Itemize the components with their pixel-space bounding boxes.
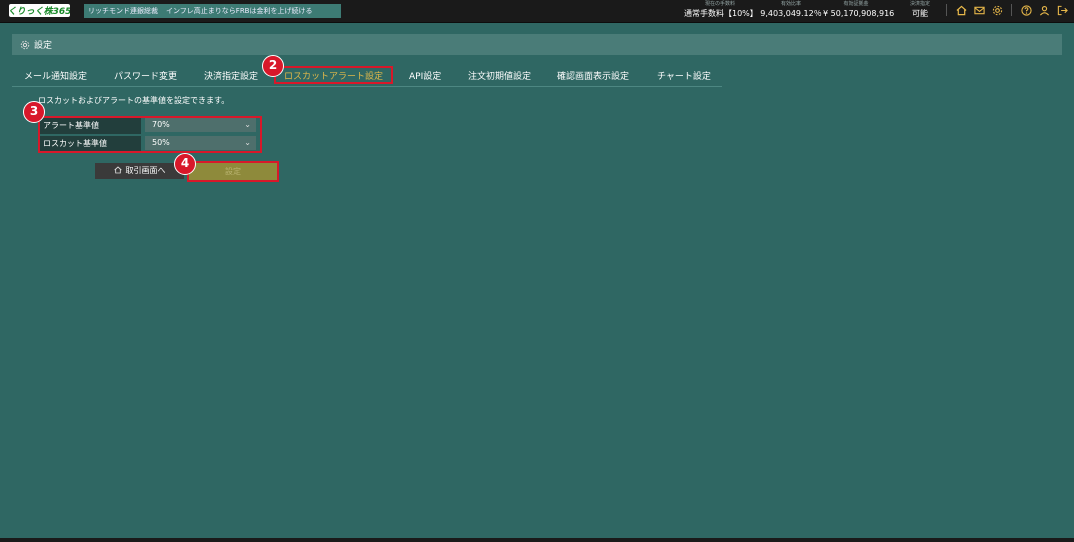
tab-order-defaults[interactable]: 注文初期値設定 [468, 69, 531, 82]
effective-margin-label: 有効証拠金 [843, 1, 869, 7]
ticker-text: インフレ高止まりならFRBは金利を上げ続ける [166, 7, 313, 15]
step-marker-2: 2 [262, 55, 284, 77]
step-marker-3: 3 [23, 101, 45, 123]
bottom-border [0, 538, 1074, 542]
settlement-value: 可能 [912, 9, 928, 18]
commission-stat: 現在の手数料 通常手数料【10%】 [684, 1, 758, 19]
step-marker-4: 4 [174, 153, 196, 175]
home-icon [113, 166, 122, 174]
gear-icon[interactable] [991, 4, 1003, 16]
user-icon[interactable] [1038, 4, 1050, 16]
highlight-box-submit [187, 161, 279, 182]
page-title: 設定 [34, 41, 53, 51]
news-ticker[interactable]: リッチモンド連銀総裁 インフレ高止まりならFRBは金利を上げ続ける [84, 4, 341, 18]
logo-text: くりっく株365 [9, 7, 70, 17]
effective-margin-value: ¥ 50,170,908,916 [823, 9, 895, 18]
effective-margin-stat: 有効証拠金 ¥ 50,170,908,916 [823, 1, 895, 19]
effective-ratio-value: 9,403,049.12％ [760, 9, 822, 18]
settlement-label: 決済指定 [909, 1, 930, 7]
settings-header: 設定 [12, 34, 1062, 55]
tab-confirm-display[interactable]: 確認画面表示設定 [557, 69, 629, 82]
description-text: ロスカットおよびアラートの基準値を設定できます。 [38, 96, 230, 105]
tab-api[interactable]: API設定 [409, 69, 441, 82]
help-icon[interactable] [1020, 4, 1032, 16]
back-to-trading-button[interactable]: 取引画面へ [95, 163, 184, 179]
settlement-stat: 決済指定 可能 [902, 1, 938, 19]
tab-settlement[interactable]: 決済指定設定 [204, 69, 258, 82]
ticker-source: リッチモンド連銀総裁 [88, 7, 158, 15]
header-icons [944, 4, 1068, 16]
home-icon[interactable] [955, 4, 967, 16]
back-button-label: 取引画面へ [125, 166, 166, 175]
mail-icon[interactable] [973, 4, 985, 16]
tab-chart[interactable]: チャート設定 [657, 69, 711, 82]
highlight-box-form [38, 116, 262, 153]
highlight-box-tab [274, 66, 393, 84]
effective-ratio-stat: 有効比率 9,403,049.12％ [760, 1, 822, 19]
effective-ratio-label: 有効比率 [780, 1, 801, 7]
divider [1011, 4, 1012, 16]
logout-icon[interactable] [1056, 4, 1068, 16]
tab-mail-notification[interactable]: メール通知設定 [24, 69, 87, 82]
gear-icon [20, 40, 30, 49]
logo: くりっく株365 [9, 4, 70, 17]
divider [946, 4, 947, 16]
commission-label: 現在の手数料 [704, 1, 735, 7]
tab-password[interactable]: パスワード変更 [114, 69, 177, 82]
top-bar: くりっく株365 リッチモンド連銀総裁 インフレ高止まりならFRBは金利を上げ続け… [0, 0, 1074, 23]
commission-value: 通常手数料【10%】 [684, 9, 758, 18]
